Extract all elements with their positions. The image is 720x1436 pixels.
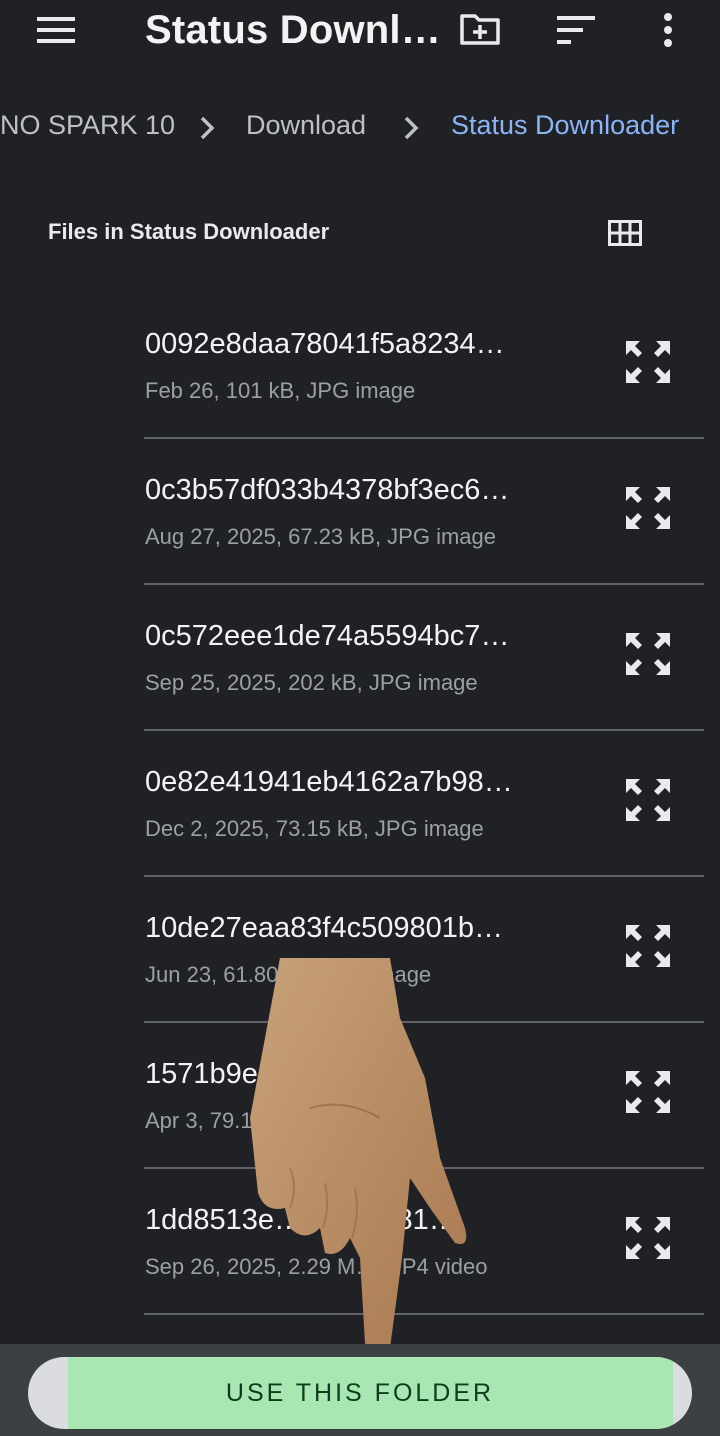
chevron-right-icon xyxy=(200,116,215,140)
file-name: 0e82e41941eb4162a7b98… xyxy=(145,766,513,798)
use-this-folder-label: USE THIS FOLDER xyxy=(225,1379,495,1407)
hamburger-menu-icon[interactable] xyxy=(30,10,82,50)
grid-view-icon[interactable] xyxy=(603,214,647,252)
file-name: 1dd8513e…549…481… xyxy=(145,1204,458,1236)
file-name: 0c3b57df033b4378bf3ec6… xyxy=(145,474,510,506)
expand-preview-icon[interactable] xyxy=(618,1064,678,1120)
file-list-item[interactable]: 0e82e41941eb4162a7b98… Dec 2, 2025, 73.1… xyxy=(0,730,720,877)
file-list-item[interactable]: 0092e8daa78041f5a8234… Feb 26, 101 kB, J… xyxy=(0,292,720,439)
screen: Status Downl… NO SPARK 10 Download Statu… xyxy=(0,0,720,1436)
new-folder-icon[interactable] xyxy=(452,6,508,52)
app-bar: Status Downl… xyxy=(0,0,720,62)
breadcrumb-item-download[interactable]: Download xyxy=(246,110,366,141)
file-meta: Apr 3, 79.1… xyxy=(145,1108,275,1133)
breadcrumb: NO SPARK 10 Download Status Downloader xyxy=(0,104,720,150)
expand-preview-icon[interactable] xyxy=(618,626,678,682)
file-list-item[interactable]: 1571b9e…bdcf5… Apr 3, 79.1… xyxy=(0,1022,720,1169)
app-title: Status Downl… xyxy=(145,8,441,52)
use-this-folder-button[interactable]: USE THIS FOLDER xyxy=(28,1357,692,1429)
file-list-item[interactable]: 0c3b57df033b4378bf3ec6… Aug 27, 2025, 67… xyxy=(0,438,720,585)
file-name: 0c572eee1de74a5594bc7… xyxy=(145,620,510,652)
file-meta: Dec 2, 2025, 73.15 kB, JPG image xyxy=(145,816,484,841)
more-vert-icon[interactable] xyxy=(648,8,688,52)
section-title: Files in Status Downloader xyxy=(48,219,330,244)
file-meta: Jun 23, 61.80 kB, JPG image xyxy=(145,962,432,987)
sort-icon[interactable] xyxy=(550,8,602,52)
file-list-item[interactable]: 1dd8513e…549…481… Sep 26, 2025, 2.29 M… … xyxy=(0,1168,720,1315)
file-list-item[interactable]: 10de27eaa83f4c509801b… Jun 23, 61.80 kB,… xyxy=(0,876,720,1023)
file-name: 10de27eaa83f4c509801b… xyxy=(145,912,503,944)
breadcrumb-item-device[interactable]: NO SPARK 10 xyxy=(0,110,175,141)
file-name: 0092e8daa78041f5a8234… xyxy=(145,328,505,360)
expand-preview-icon[interactable] xyxy=(618,918,678,974)
expand-preview-icon[interactable] xyxy=(618,772,678,828)
divider xyxy=(144,1313,704,1315)
expand-preview-icon[interactable] xyxy=(618,334,678,390)
file-meta: Feb 26, 101 kB, JPG image xyxy=(145,378,416,403)
file-meta: Aug 27, 2025, 67.23 kB, JPG image xyxy=(145,524,497,549)
file-list-item[interactable]: 0c572eee1de74a5594bc7… Sep 25, 2025, 202… xyxy=(0,584,720,731)
file-meta: Sep 25, 2025, 202 kB, JPG image xyxy=(145,670,478,695)
expand-preview-icon[interactable] xyxy=(618,480,678,536)
bottom-bar: USE THIS FOLDER xyxy=(0,1344,720,1436)
expand-preview-icon[interactable] xyxy=(618,1210,678,1266)
breadcrumb-item-current[interactable]: Status Downloader xyxy=(451,110,679,141)
file-name: 1571b9e…bdcf5… xyxy=(145,1058,387,1090)
file-meta: Sep 26, 2025, 2.29 M… MP4 video xyxy=(145,1254,488,1279)
chevron-right-icon xyxy=(404,116,419,140)
